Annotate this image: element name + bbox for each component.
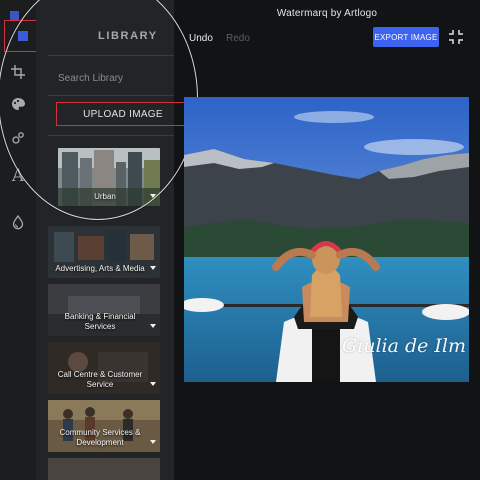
chevron-down-icon (150, 382, 156, 386)
divider (48, 135, 174, 136)
chevron-down-icon (150, 194, 156, 198)
collapse-icon[interactable] (448, 29, 464, 45)
category-card-banking[interactable]: Banking & Financial Services (48, 284, 160, 336)
search-library-input[interactable] (58, 69, 168, 87)
category-label: Community Services & Development (59, 428, 141, 447)
category-card-call-centre[interactable]: Call Centre & Customer Service (48, 342, 160, 394)
undo-button[interactable]: Undo (189, 33, 213, 44)
image-canvas[interactable]: Giulia de Ilm (184, 97, 469, 382)
chevron-down-icon (150, 440, 156, 444)
droplet-icon[interactable] (0, 206, 36, 238)
layers-icon (17, 31, 28, 41)
crop-icon[interactable] (0, 56, 36, 88)
divider (48, 95, 174, 96)
text-icon[interactable]: A (0, 160, 36, 192)
category-card-next[interactable] (48, 458, 160, 480)
watermark-signature[interactable]: Giulia de Ilm (339, 335, 469, 357)
divider (48, 55, 174, 56)
category-card-urban[interactable]: Urban (58, 148, 160, 206)
layers-small-icon (10, 11, 19, 20)
app-title: Watermarq by Artlogo (276, 8, 378, 19)
category-card-community[interactable]: Community Services & Development (48, 400, 160, 452)
library-title: LIBRARY (98, 30, 158, 42)
tool-rail: A (0, 0, 36, 480)
category-label: Banking & Financial Services (64, 312, 136, 331)
category-thumbnail (48, 458, 160, 480)
category-label: Urban (94, 191, 116, 201)
redo-button[interactable]: Redo (226, 33, 250, 44)
export-image-button[interactable]: EXPORT IMAGE (373, 27, 439, 47)
upload-image-button[interactable]: UPLOAD IMAGE (56, 102, 190, 126)
bubbles-icon[interactable] (0, 122, 36, 154)
category-label: Call Centre & Customer Service (57, 370, 143, 389)
palette-icon[interactable] (0, 88, 36, 120)
chevron-down-icon (150, 324, 156, 328)
chevron-down-icon (150, 266, 156, 270)
category-label: Advertising, Arts & Media (55, 263, 145, 273)
category-card-advertising[interactable]: Advertising, Arts & Media (48, 226, 160, 278)
